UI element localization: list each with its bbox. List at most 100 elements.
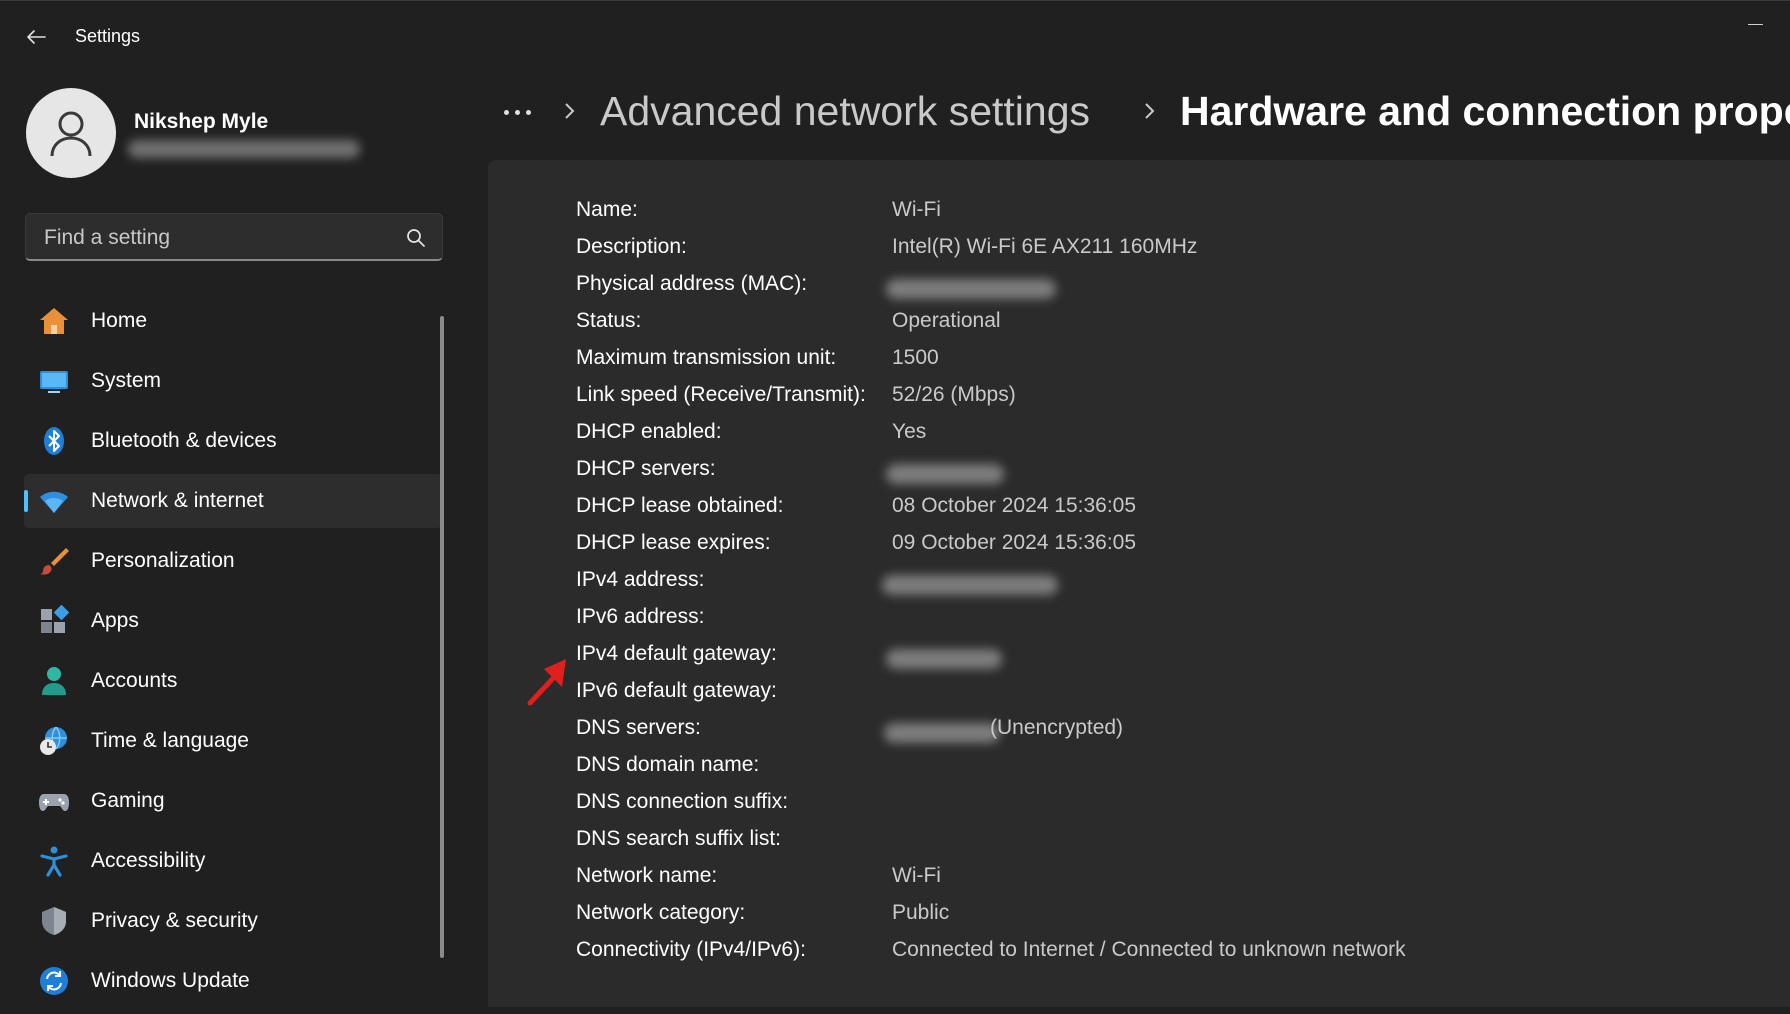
sidebar-item-label: Windows Update	[91, 969, 250, 992]
sidebar-scrollbar[interactable]	[440, 316, 444, 958]
annotation-arrow-icon	[527, 659, 566, 706]
back-arrow-icon	[27, 30, 46, 44]
property-label: Status:	[576, 309, 642, 332]
property-row: Link speed (Receive/Transmit): 52/26 (Mb…	[576, 379, 1676, 416]
sidebar-item-bluetooth[interactable]: Bluetooth & devices	[24, 414, 442, 468]
redacted-value	[886, 464, 1004, 484]
property-row: IPv4 default gateway:	[576, 638, 1676, 675]
sidebar-item-label: Network & internet	[91, 489, 264, 512]
property-value: Wi-Fi	[892, 198, 941, 221]
property-label: DHCP enabled:	[576, 420, 722, 443]
search-box[interactable]	[25, 213, 443, 261]
minimize-button[interactable]	[1720, 0, 1790, 50]
sidebar-item-label: Accessibility	[91, 849, 206, 872]
sidebar-item-windows-update[interactable]: Windows Update	[24, 954, 442, 1008]
sidebar-item-network[interactable]: Network & internet	[24, 474, 442, 528]
chevron-right-icon	[565, 103, 575, 119]
accessibility-icon	[40, 846, 68, 877]
property-value: Connected to Internet / Connected to unk…	[892, 938, 1406, 961]
user-name: Nikshep Myle	[134, 110, 269, 133]
property-row: IPv6 address:	[576, 601, 1676, 638]
property-label: DNS connection suffix:	[576, 790, 789, 813]
sidebar-item-label: Personalization	[91, 549, 235, 572]
property-row: IPv6 default gateway:	[576, 675, 1676, 712]
bluetooth-icon	[44, 427, 64, 455]
brush-icon	[40, 548, 69, 575]
property-label: DHCP servers:	[576, 457, 716, 480]
property-row: Maximum transmission unit: 1500	[576, 342, 1676, 379]
active-indicator	[24, 490, 28, 512]
sidebar-item-system[interactable]: System	[24, 354, 442, 408]
home-icon	[40, 308, 68, 334]
avatar	[26, 88, 116, 178]
redacted-email	[128, 140, 360, 158]
breadcrumb-parent[interactable]: Advanced network settings	[600, 88, 1090, 135]
title-bar: Settings	[0, 0, 1790, 72]
gamepad-icon	[39, 794, 69, 811]
property-value: 08 October 2024 15:36:05	[892, 494, 1137, 517]
properties-panel: Name: Wi-Fi Description: Intel(R) Wi-Fi …	[488, 160, 1790, 1007]
page-title: Hardware and connection prope	[1180, 88, 1790, 134]
property-label: DNS domain name:	[576, 753, 760, 776]
property-row: DHCP lease obtained: 08 October 2024 15:…	[576, 490, 1676, 527]
globe-clock-icon	[40, 726, 67, 755]
property-label: Description:	[576, 235, 687, 258]
property-row: Physical address (MAC):	[576, 268, 1676, 305]
sidebar-item-accounts[interactable]: Accounts	[24, 654, 442, 708]
apps-icon	[41, 605, 70, 633]
property-row: DNS servers: (Unencrypted)	[576, 712, 1676, 749]
property-value: Public	[892, 901, 950, 924]
property-label: IPv4 default gateway:	[576, 642, 777, 665]
property-value: 52/26 (Mbps)	[892, 383, 1016, 406]
property-row: Name: Wi-Fi	[576, 194, 1676, 231]
user-icon	[50, 111, 92, 157]
search-icon[interactable]	[406, 228, 426, 248]
property-label: Physical address (MAC):	[576, 272, 808, 295]
back-button[interactable]	[18, 20, 54, 54]
wifi-icon	[40, 491, 68, 513]
more-icon[interactable]	[498, 102, 538, 122]
chevron-right-icon	[1145, 103, 1155, 119]
sidebar-item-label: Gaming	[91, 789, 165, 812]
sidebar-item-gaming[interactable]: Gaming	[24, 774, 442, 828]
sidebar-item-accessibility[interactable]: Accessibility	[24, 834, 442, 888]
property-value: (Unencrypted)	[990, 716, 1124, 739]
property-label: Network name:	[576, 864, 718, 887]
property-row: DHCP lease expires: 09 October 2024 15:3…	[576, 527, 1676, 564]
sidebar-item-label: Time & language	[91, 729, 249, 752]
sidebar-item-time-language[interactable]: Time & language	[24, 714, 442, 768]
sidebar-item-label: Apps	[91, 609, 139, 632]
property-value: 09 October 2024 15:36:05	[892, 531, 1137, 554]
property-row: Network category: Public	[576, 897, 1676, 934]
property-label: DNS servers:	[576, 716, 701, 739]
property-label: IPv6 address:	[576, 605, 705, 628]
property-label: Link speed (Receive/Transmit):	[576, 383, 866, 406]
sidebar-item-label: Accounts	[91, 669, 178, 692]
accounts-icon	[42, 667, 66, 695]
property-row: Description: Intel(R) Wi-Fi 6E AX211 160…	[576, 231, 1676, 268]
minimize-icon	[1747, 23, 1763, 25]
sidebar-item-label: System	[91, 369, 162, 392]
property-row: DNS search suffix list:	[576, 823, 1676, 860]
sidebar-item-privacy-security[interactable]: Privacy & security	[24, 894, 442, 948]
shield-icon	[42, 907, 66, 935]
sidebar-item-apps[interactable]: Apps	[24, 594, 442, 648]
update-icon	[40, 967, 68, 995]
redacted-value	[884, 723, 1000, 743]
property-label: IPv4 address:	[576, 568, 705, 591]
property-value: Operational	[892, 309, 1001, 332]
property-row: IPv4 address:	[576, 564, 1676, 601]
redacted-value	[886, 649, 1002, 669]
property-value: Yes	[892, 420, 927, 443]
user-profile[interactable]: Nikshep Myle	[26, 86, 446, 178]
sidebar-item-label: Home	[91, 309, 148, 332]
sidebar-item-personalization[interactable]: Personalization	[24, 534, 442, 588]
search-input[interactable]	[42, 222, 386, 254]
app-title: Settings	[75, 26, 141, 46]
property-value: 1500	[892, 346, 939, 369]
property-row: DNS domain name:	[576, 749, 1676, 786]
sidebar-item-label: Bluetooth & devices	[91, 429, 277, 452]
property-label: DHCP lease obtained:	[576, 494, 784, 517]
sidebar-nav: Home System Bluetooth & devices Network …	[24, 294, 444, 1014]
sidebar-item-home[interactable]: Home	[24, 294, 442, 348]
